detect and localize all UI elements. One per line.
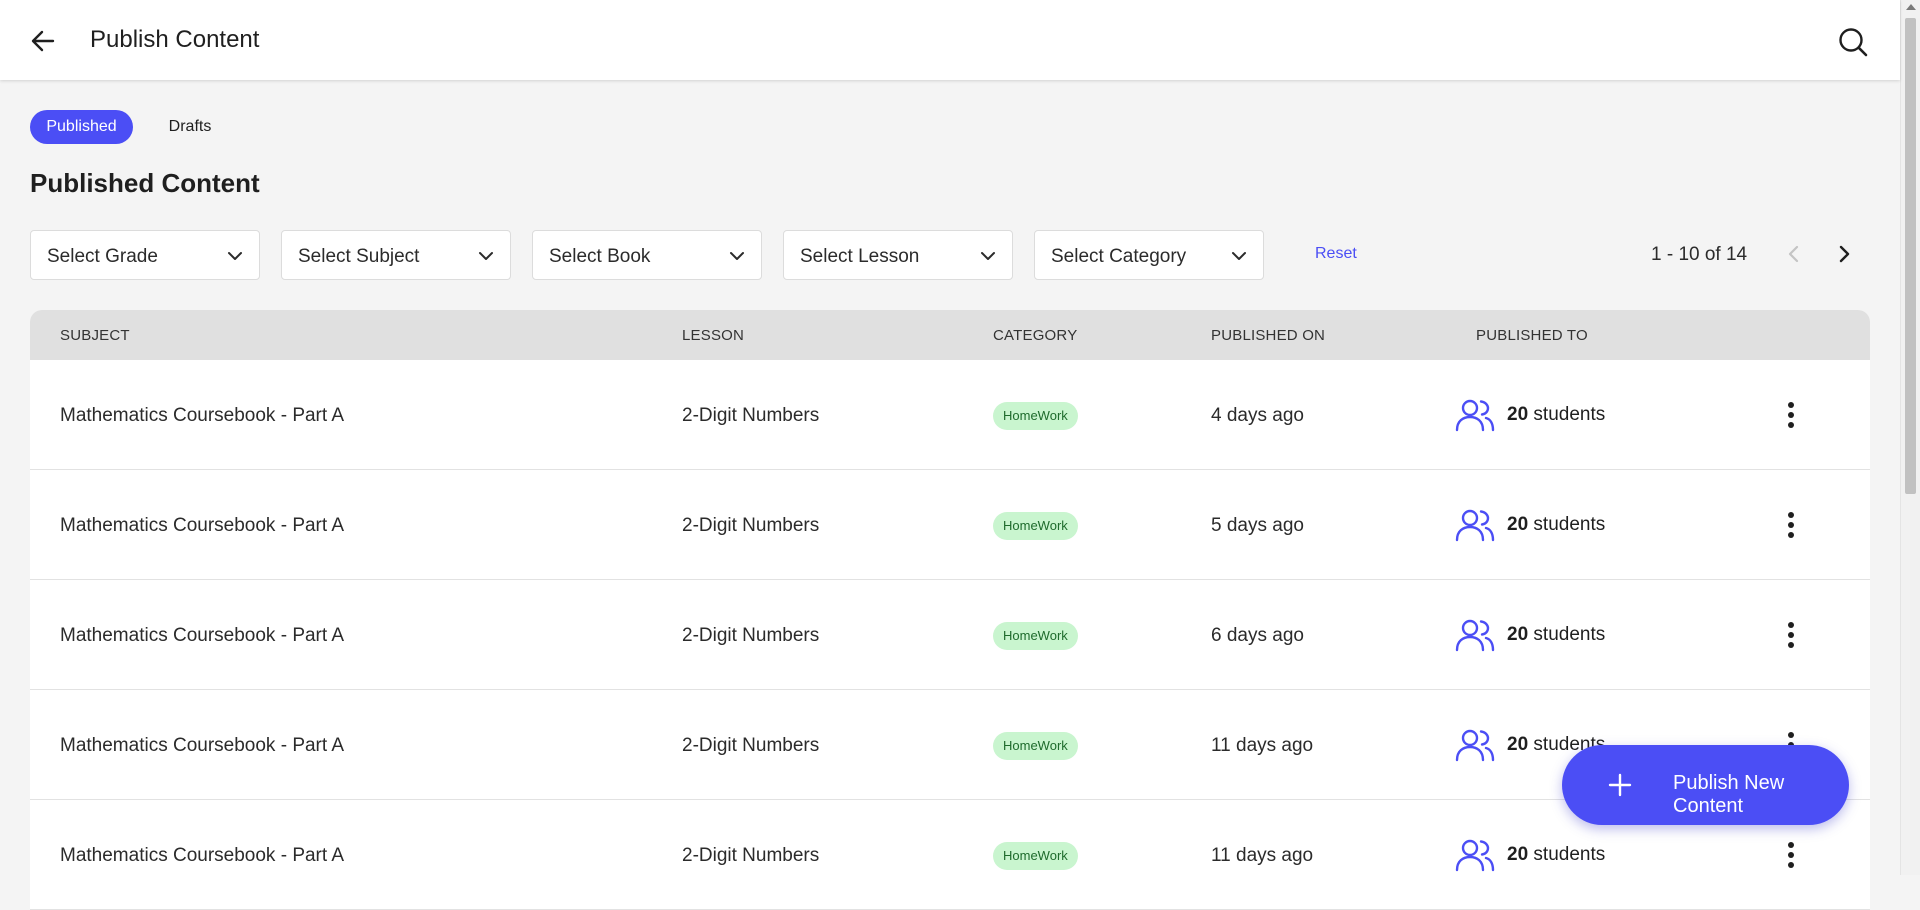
category-badge: HomeWork <box>993 842 1078 870</box>
publish-new-content-button[interactable]: Publish New Content <box>1562 745 1849 825</box>
students-count: 20 students <box>1507 404 1605 426</box>
students-count-number: 20 <box>1507 624 1529 645</box>
subject-cell: Mathematics Coursebook - Part A <box>60 845 345 866</box>
category-select[interactable]: Select Category <box>1034 230 1264 280</box>
chevron-down-icon <box>730 252 744 260</box>
students-count-number: 20 <box>1507 844 1529 865</box>
table-row[interactable]: Mathematics Coursebook - Part A 2-Digit … <box>30 580 1870 690</box>
subject-cell: Mathematics Coursebook - Part A <box>60 735 345 756</box>
lesson-cell: 2-Digit Numbers <box>682 405 820 426</box>
published-on-cell: 6 days ago <box>1211 625 1304 646</box>
column-header-subject: SUBJECT <box>60 327 130 344</box>
reset-button[interactable]: Reset <box>1315 245 1357 263</box>
column-header-published-to: PUBLISHED TO <box>1476 327 1588 344</box>
chevron-right-icon <box>1839 245 1850 263</box>
students-count-number: 20 <box>1507 404 1529 425</box>
publish-new-content-label: Publish New Content <box>1673 772 1785 817</box>
category-badge: HomeWork <box>993 622 1078 650</box>
chevron-down-icon <box>1232 252 1246 260</box>
lesson-select[interactable]: Select Lesson <box>783 230 1013 280</box>
previous-page-button[interactable] <box>1783 243 1805 265</box>
scroll-thumb[interactable] <box>1905 18 1916 494</box>
more-vertical-icon[interactable] <box>1777 839 1805 871</box>
table-header: SUBJECT LESSON CATEGORY PUBLISHED ON PUB… <box>30 310 1870 360</box>
subject-cell: Mathematics Coursebook - Part A <box>60 625 345 646</box>
category-badge: HomeWork <box>993 512 1078 540</box>
subject-select[interactable]: Select Subject <box>281 230 511 280</box>
lesson-cell: 2-Digit Numbers <box>682 625 820 646</box>
users-icon <box>1455 399 1495 432</box>
published-on-cell: 11 days ago <box>1211 845 1314 866</box>
more-vertical-icon[interactable] <box>1777 619 1805 651</box>
users-icon <box>1455 839 1495 872</box>
search-icon <box>1839 28 1868 57</box>
users-icon <box>1455 509 1495 542</box>
users-icon <box>1455 619 1495 652</box>
grade-select[interactable]: Select Grade <box>30 230 260 280</box>
category-badge: HomeWork <box>993 732 1078 760</box>
more-vertical-icon[interactable] <box>1777 509 1805 541</box>
chevron-down-icon <box>228 252 242 260</box>
next-page-button[interactable] <box>1833 243 1855 265</box>
students-count-number: 20 <box>1507 734 1529 755</box>
chevron-left-icon <box>1788 245 1799 263</box>
chevron-down-icon <box>981 252 995 260</box>
users-icon <box>1455 729 1495 762</box>
pagination-text: 1 - 10 of 14 <box>1651 244 1748 265</box>
lesson-select-label: Select Lesson <box>800 246 920 267</box>
students-count-unit: students <box>1533 624 1606 645</box>
column-header-category: CATEGORY <box>993 327 1078 344</box>
lesson-cell: 2-Digit Numbers <box>682 735 820 756</box>
section-title: Published Content <box>30 168 260 198</box>
lesson-cell: 2-Digit Numbers <box>682 845 820 866</box>
students-count-unit: students <box>1533 844 1606 865</box>
category-select-label: Select Category <box>1051 246 1187 267</box>
subject-cell: Mathematics Coursebook - Part A <box>60 405 345 426</box>
vertical-scrollbar[interactable] <box>1900 0 1920 875</box>
search-button[interactable] <box>1837 26 1869 58</box>
column-header-published-on: PUBLISHED ON <box>1211 327 1326 344</box>
tab-drafts[interactable]: Drafts <box>155 110 225 144</box>
table-row[interactable]: Mathematics Coursebook - Part A 2-Digit … <box>30 470 1870 580</box>
published-on-cell: 11 days ago <box>1211 735 1314 756</box>
grade-select-label: Select Grade <box>47 246 158 267</box>
book-select[interactable]: Select Book <box>532 230 762 280</box>
column-header-lesson: LESSON <box>682 327 745 344</box>
arrow-left-icon <box>31 30 55 52</box>
students-count-number: 20 <box>1507 514 1529 535</box>
students-count: 20 students <box>1507 624 1605 646</box>
book-select-label: Select Book <box>549 246 651 267</box>
category-badge: HomeWork <box>993 402 1078 430</box>
students-count: 20 students <box>1507 844 1605 866</box>
chevron-down-icon <box>479 252 493 260</box>
lesson-cell: 2-Digit Numbers <box>682 515 820 536</box>
back-button[interactable] <box>28 26 58 56</box>
published-on-cell: 4 days ago <box>1211 405 1304 426</box>
subject-select-label: Select Subject <box>298 246 420 267</box>
tab-published[interactable]: Published <box>30 110 133 144</box>
students-count-unit: students <box>1533 514 1606 535</box>
students-count-unit: students <box>1533 404 1606 425</box>
page-title: Publish Content <box>90 26 260 53</box>
students-count: 20 students <box>1507 514 1605 536</box>
scroll-up-arrow-icon[interactable] <box>1906 4 1916 10</box>
published-on-cell: 5 days ago <box>1211 515 1304 536</box>
more-vertical-icon[interactable] <box>1777 399 1805 431</box>
subject-cell: Mathematics Coursebook - Part A <box>60 515 345 536</box>
table-row[interactable]: Mathematics Coursebook - Part A 2-Digit … <box>30 360 1870 470</box>
top-app-bar: Publish Content <box>0 0 1900 80</box>
plus-icon <box>1608 773 1632 797</box>
